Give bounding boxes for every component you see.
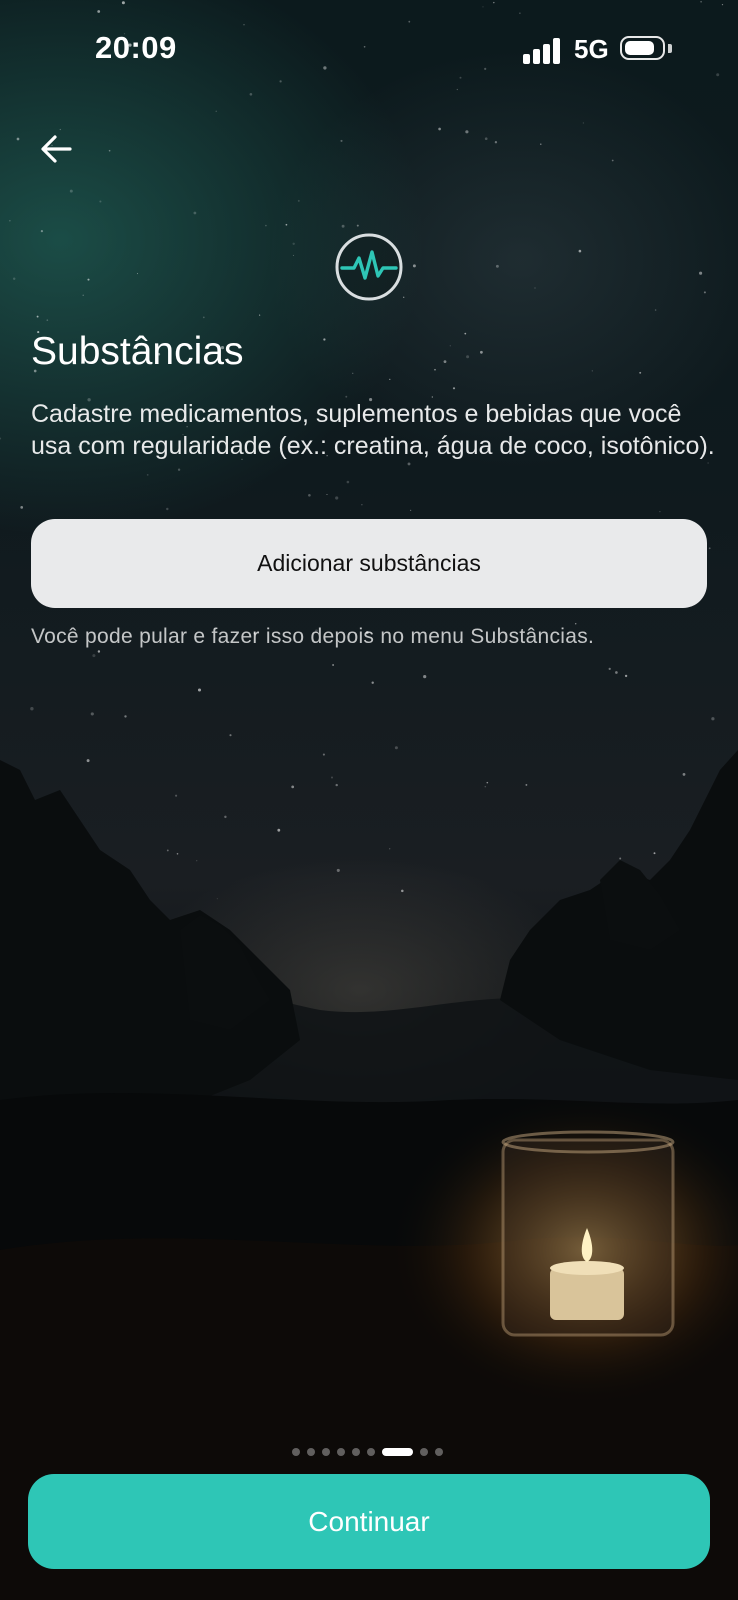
heartbeat-pulse-icon xyxy=(334,232,404,302)
status-bar: 20:09 5G xyxy=(0,0,738,100)
page-dot xyxy=(367,1448,375,1456)
page-dot xyxy=(435,1448,443,1456)
page-indicator xyxy=(292,1448,443,1456)
page-dot xyxy=(352,1448,360,1456)
signal-strength-icon xyxy=(523,38,563,64)
page-description: Cadastre medicamentos, suplementos e beb… xyxy=(31,400,715,460)
back-button[interactable] xyxy=(36,128,78,170)
status-time: 20:09 xyxy=(95,30,177,65)
page-dot-active xyxy=(382,1448,413,1456)
page-dot xyxy=(420,1448,428,1456)
add-substances-button[interactable]: Adicionar substâncias xyxy=(31,519,707,608)
page-dot xyxy=(292,1448,300,1456)
arrow-left-icon xyxy=(41,135,72,163)
page-dot xyxy=(322,1448,330,1456)
page-title: Substâncias xyxy=(31,330,244,373)
page-dot xyxy=(337,1448,345,1456)
skip-hint: Você pode pular e fazer isso depois no m… xyxy=(31,625,595,648)
battery-icon xyxy=(620,36,665,60)
battery-tip xyxy=(668,44,672,53)
continue-button[interactable]: Continuar xyxy=(28,1474,710,1569)
page-dot xyxy=(307,1448,315,1456)
network-type: 5G xyxy=(574,34,609,64)
